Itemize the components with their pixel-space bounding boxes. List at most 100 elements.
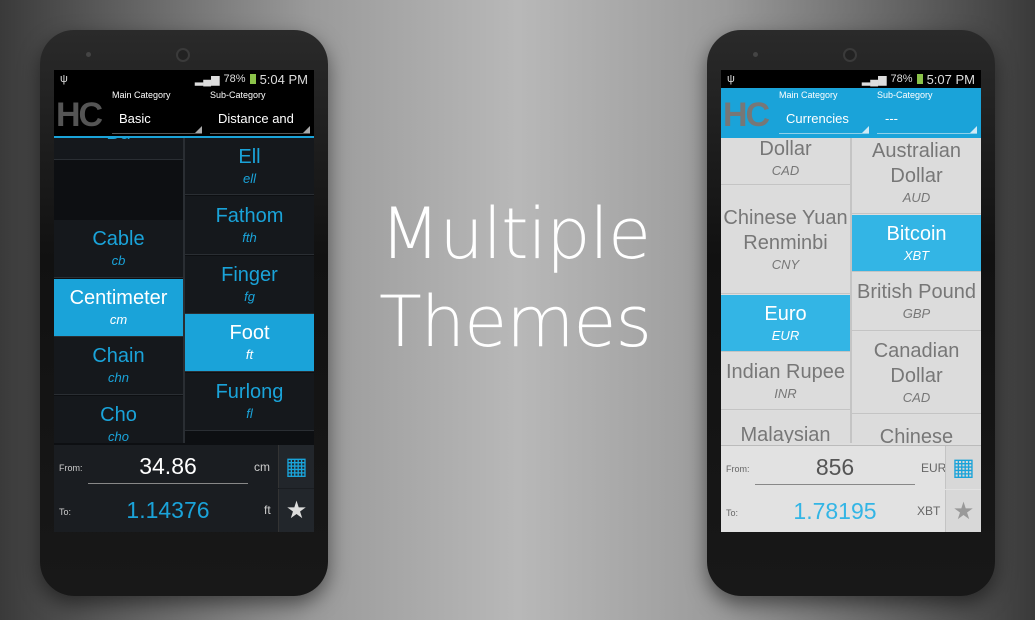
phone-light: ψ ▂▄▆ 78% 5:07 PM HC Main Category Curre… xyxy=(707,30,995,596)
usb-icon: ψ xyxy=(727,73,735,85)
list-item[interactable]: Australian Dollar AUD xyxy=(852,138,981,214)
list-item[interactable]: Chinese xyxy=(852,415,981,443)
unit-abbr: INR xyxy=(774,385,797,401)
from-unit-list[interactable]: Bu Cable cb Centimeter cm Chain chn Cho … xyxy=(54,138,184,443)
list-item[interactable]: Bitcoin XBT xyxy=(852,215,981,272)
unit-lists: Bu Cable cb Centimeter cm Chain chn Cho … xyxy=(54,138,314,443)
sub-category-dropdown[interactable]: --- xyxy=(877,110,977,134)
unit-name: British Pound xyxy=(857,281,976,303)
unit-name: Cable xyxy=(92,228,145,250)
camera xyxy=(86,52,91,57)
list-item[interactable]: Dollar CAD xyxy=(721,138,850,185)
status-bar: ψ ▂▄▆ 78% 5:07 PM xyxy=(721,70,981,88)
favorite-button[interactable]: ★ xyxy=(945,490,981,532)
headline-line: Themes xyxy=(379,281,652,363)
unit-name: Bitcoin xyxy=(886,222,947,245)
usb-icon: ψ xyxy=(60,73,68,85)
speaker xyxy=(176,48,190,62)
main-category-dropdown[interactable]: Currencies xyxy=(779,110,869,134)
list-item[interactable]: Euro EUR xyxy=(721,295,850,352)
list-item[interactable]: Chinese Yuan Renminbi CNY xyxy=(721,186,850,294)
list-item[interactable]: Finger fg xyxy=(185,256,314,314)
list-item[interactable]: Bu xyxy=(54,138,183,160)
unit-abbr: CAD xyxy=(902,389,931,405)
unit-name: Chinese xyxy=(879,425,954,444)
unit-abbr: fth xyxy=(242,229,257,245)
unit-abbr: AUD xyxy=(902,190,931,205)
star-icon: ★ xyxy=(952,498,975,525)
unit-abbr: CNY xyxy=(771,256,800,272)
battery-icon xyxy=(249,74,256,84)
app-screen: ψ ▂▄▆ 78% 5:07 PM HC Main Category Curre… xyxy=(721,70,981,532)
app-logo: HC xyxy=(723,96,770,134)
calculator-button[interactable]: ▦ xyxy=(945,446,981,489)
favorite-button[interactable]: ★ xyxy=(278,489,314,532)
unit-abbr: cho xyxy=(108,429,129,443)
from-label: From: xyxy=(726,464,750,474)
from-input[interactable]: 34.86 xyxy=(88,453,248,484)
unit-name: Centimeter xyxy=(69,287,168,309)
unit-abbr: ft xyxy=(245,347,254,362)
from-input[interactable]: 856 xyxy=(755,454,915,485)
calculator-button[interactable]: ▦ xyxy=(278,445,314,488)
to-value: 1.14376 xyxy=(126,497,210,523)
unit-name: Bu xyxy=(54,138,183,146)
unit-abbr: XBT xyxy=(903,247,930,263)
top-bar: HC Main Category Currencies Sub-Category… xyxy=(721,88,981,138)
unit-name: Ell xyxy=(238,145,261,168)
list-item[interactable]: Fathom fth xyxy=(185,196,314,255)
list-item[interactable]: Foot ft xyxy=(185,314,314,372)
app-logo: HC xyxy=(56,96,103,134)
unit-name: Malaysian xyxy=(740,424,831,443)
speaker xyxy=(843,48,857,62)
from-unit: EUR xyxy=(921,461,947,475)
list-item[interactable]: Malaysian xyxy=(721,411,850,443)
main-category-dropdown[interactable]: Basic xyxy=(112,110,202,134)
unit-name: Euro xyxy=(764,302,807,325)
unit-name: Indian Rupee xyxy=(726,360,845,383)
sub-category-dropdown[interactable]: Distance and xyxy=(210,110,310,134)
unit-name: Foot xyxy=(229,322,270,344)
top-bar: HC Main Category Basic Sub-Category Dist… xyxy=(54,88,314,138)
to-unit: XBT xyxy=(917,504,941,518)
unit-name: Fathom xyxy=(215,204,284,227)
list-item[interactable]: Cable cb xyxy=(54,220,183,278)
conversion-panel: From: 34.86 cm To: 1.14376 ft ▦ ★ xyxy=(54,445,314,532)
from-label: From: xyxy=(59,463,83,473)
list-item[interactable]: Canadian Dollar CAD xyxy=(852,332,981,414)
unit-abbr: CAD xyxy=(771,163,800,178)
clock: 5:04 PM xyxy=(259,71,308,87)
list-item[interactable]: Ell ell xyxy=(185,138,314,195)
unit-name: Cho xyxy=(100,404,137,426)
main-category-label: Main Category xyxy=(779,90,838,100)
unit-name: Australian Dollar xyxy=(872,140,961,187)
to-unit-list[interactable]: Ell ell Fathom fth Finger fg Foot ft Fur… xyxy=(183,138,314,443)
headline: Multiple Themes xyxy=(360,190,670,366)
from-unit: cm xyxy=(254,460,270,474)
unit-abbr: fl xyxy=(246,406,253,421)
list-item[interactable]: British Pound GBP xyxy=(852,273,981,331)
list-item[interactable]: Chain chn xyxy=(54,337,183,395)
unit-abbr: ell xyxy=(242,170,256,186)
unit-name: Furlong xyxy=(215,381,284,403)
sub-category-label: Sub-Category xyxy=(210,90,266,100)
list-item[interactable]: Centimeter cm xyxy=(54,279,183,337)
list-item[interactable]: Cho cho xyxy=(54,396,183,443)
unit-lists: Dollar CAD Chinese Yuan Renminbi CNY Eur… xyxy=(721,138,981,443)
unit-abbr: EUR xyxy=(771,327,800,343)
unit-abbr: cb xyxy=(111,253,126,268)
battery-percent: 78% xyxy=(223,73,246,85)
camera xyxy=(753,52,758,57)
to-unit-list[interactable]: Australian Dollar AUD Bitcoin XBT Britis… xyxy=(850,138,981,443)
to-label: To: xyxy=(726,508,739,518)
battery-icon xyxy=(916,74,923,84)
clock: 5:07 PM xyxy=(926,71,975,87)
list-item[interactable]: Furlong fl xyxy=(185,373,314,431)
list-item[interactable]: Indian Rupee INR xyxy=(721,353,850,410)
app-screen: ψ ▂▄▆ 78% 5:04 PM HC Main Category Basic… xyxy=(54,70,314,532)
unit-name: Chinese Yuan Renminbi xyxy=(723,206,848,254)
to-unit: ft xyxy=(264,503,271,517)
to-value: 1.78195 xyxy=(793,498,877,524)
unit-abbr: fg xyxy=(244,289,255,304)
from-unit-list[interactable]: Dollar CAD Chinese Yuan Renminbi CNY Eur… xyxy=(721,138,851,443)
